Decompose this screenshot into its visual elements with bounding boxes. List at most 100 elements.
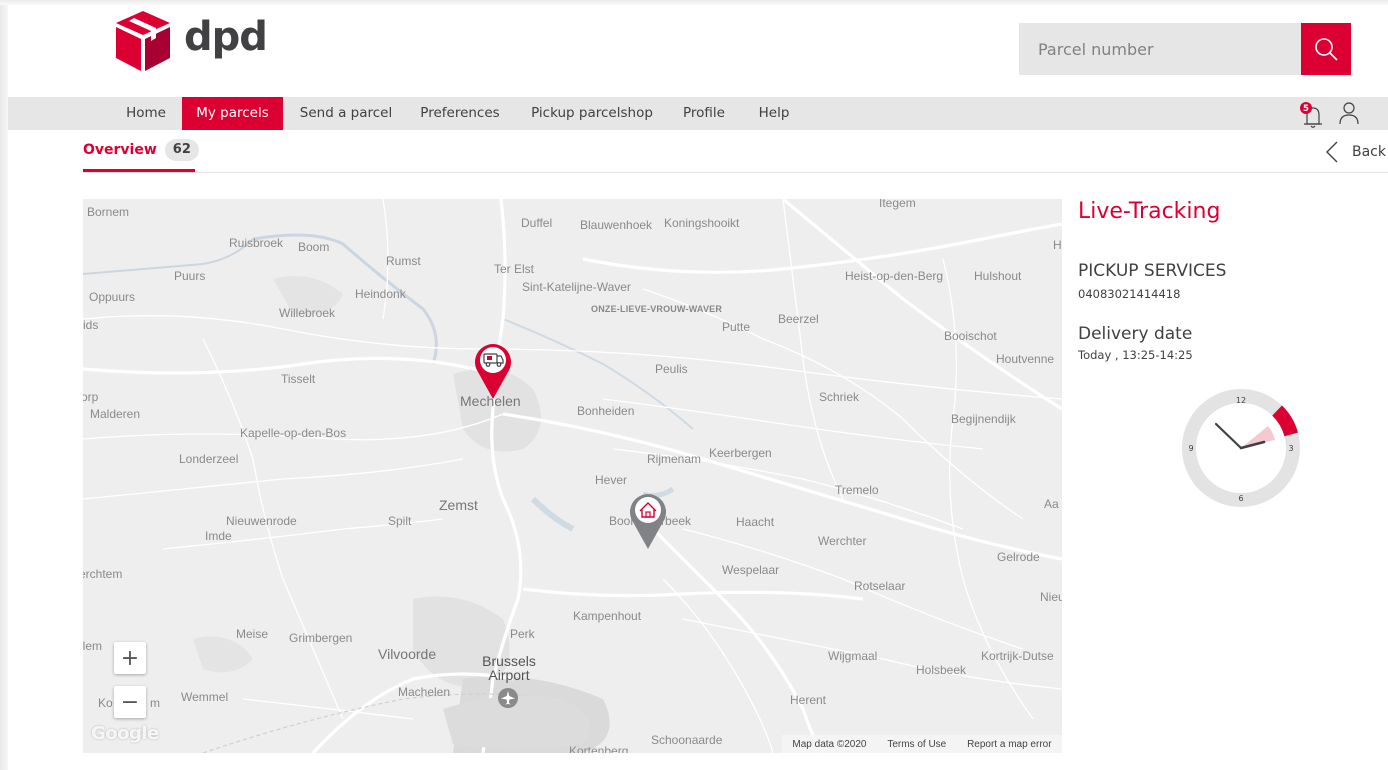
map-label: Machelen [398,685,451,699]
parcel-number-input[interactable]: Parcel number [1019,23,1301,75]
map-label: Zemst [439,497,478,513]
map-label: ids [83,318,99,332]
map-label: Holsbeek [916,663,967,677]
map-label: Aa [1044,497,1059,511]
map-label: Blauwenhoek [580,218,653,232]
map-label: Willebroek [279,306,336,320]
map-zoom-out-button[interactable]: − [114,686,146,718]
map-label: Rijmenam [647,452,702,466]
map-label: Nieuwenrode [226,514,297,528]
home-destination-marker[interactable] [628,491,668,551]
clock-number-6: 6 [1238,494,1243,503]
courier-van-marker[interactable] [473,341,513,401]
map-label: H [1053,238,1062,252]
dpd-wordmark: dpd [184,14,268,60]
tab-overview-label: Overview [83,142,157,158]
map-label: Booischot [944,329,997,343]
nav-my-parcels[interactable]: My parcels [182,97,283,130]
map-label: Hever [595,473,628,487]
map-label: Gelrode [997,550,1040,564]
tab-overview[interactable]: Overview 62 [83,139,199,173]
map-attribution: Map data ©2020 Terms of Use Report a map… [782,735,1062,753]
map-label: Brussels Airport [482,653,536,683]
map-label: Rumst [386,254,421,268]
map-label: orp [83,390,99,404]
chevron-left-icon [1326,141,1338,163]
map-label: Itegem [879,199,916,210]
map-zoom-in-button[interactable]: + [114,642,146,674]
notification-count: 5 [1303,104,1309,114]
user-icon[interactable] [1339,101,1359,125]
map-label: Houtvenne [996,352,1055,366]
map-label: Kortrijk-Dutse [981,649,1054,663]
map-label: Imde [205,529,232,543]
clock-number-12: 12 [1236,396,1246,405]
clock-number-9: 9 [1188,444,1193,453]
bell-icon[interactable]: 5 [1297,100,1327,130]
map-label: Putte [722,320,751,334]
map-label: Wemmel [181,690,229,704]
map-label: Werchter [818,534,867,548]
map-label: Grimbergen [289,631,353,645]
map-label: Beerzel [778,312,819,326]
map-label: Londerzeel [179,452,239,466]
map-label: Schriek [819,390,860,404]
dpd-cube-icon [116,11,170,71]
tab-overview-count: 62 [164,139,199,161]
map-label: Rotselaar [854,579,906,593]
map-label: erchtem [83,567,123,581]
tracking-map[interactable]: Bornem Ruisbroek Boom Rumst Duffel Blauw… [83,199,1062,753]
map-label: Perk [510,627,535,641]
map-label: Kortenberg [569,744,629,753]
service-name: PICKUP SERVICES [1078,261,1227,281]
nav-profile[interactable]: Profile [672,97,736,130]
back-label: Back [1352,144,1386,160]
map-label: m [150,696,160,710]
map-label: Koningshooikt [664,216,740,230]
map-label: Oppuurs [89,290,136,304]
clock-minute-hand [1214,422,1243,450]
map-label: Tremelo [835,483,879,497]
map-label: Peulis [655,362,688,376]
map-label: Malderen [90,407,141,421]
map-label: Bornem [87,205,130,219]
google-logo: Google [91,723,159,744]
nav-help[interactable]: Help [748,97,800,130]
search-button[interactable] [1301,23,1351,75]
map-label: Ter Elst [494,262,535,276]
map-label: Sint-Katelijne-Waver [522,280,631,294]
map-label: Puurs [174,269,206,283]
airport-icon [498,688,518,708]
window-frame-left [0,0,8,770]
map-label: Herent [790,693,827,707]
back-button[interactable]: Back [1326,140,1386,164]
nav-send-a-parcel[interactable]: Send a parcel [290,97,402,130]
search-icon [1315,38,1338,61]
map-label: Kampenhout [573,609,642,623]
map-label: Schoonaarde [651,733,723,747]
map-label: Ko [98,696,113,710]
main-nav: Home My parcels Send a parcel Preference… [8,97,1388,130]
dpd-logo[interactable]: dpd [112,8,282,74]
tab-active-indicator [83,169,195,172]
parcel-number: 04083021414418 [1078,287,1181,301]
map-label: Heist-op-den-Berg [845,269,944,283]
delivery-date-value: Today , 13:25-14:25 [1078,348,1193,362]
map-label: Meise [236,627,269,641]
nav-home[interactable]: Home [112,97,180,130]
window-frame-top [0,0,1388,5]
report-map-error-link[interactable]: Report a map error [967,739,1051,750]
map-label: Tisselt [281,372,316,386]
map-label: Keerbergen [709,446,772,460]
terms-of-use-link[interactable]: Terms of Use [887,739,946,750]
clock-number-3: 3 [1288,444,1293,453]
map-label: Ruisbroek [229,236,284,250]
map-label: Wijgmaal [828,649,878,663]
map-label: ONZE-LIEVE-VROUW-WAVER [591,304,723,314]
map-data-text: Map data ©2020 [792,738,867,750]
map-label: Vilvoorde [378,646,437,662]
nav-preferences[interactable]: Preferences [409,97,511,130]
delivery-window-arc [1271,405,1298,437]
nav-pickup-parcelshop[interactable]: Pickup parcelshop [520,97,664,130]
delivery-date-label: Delivery date [1078,324,1193,344]
